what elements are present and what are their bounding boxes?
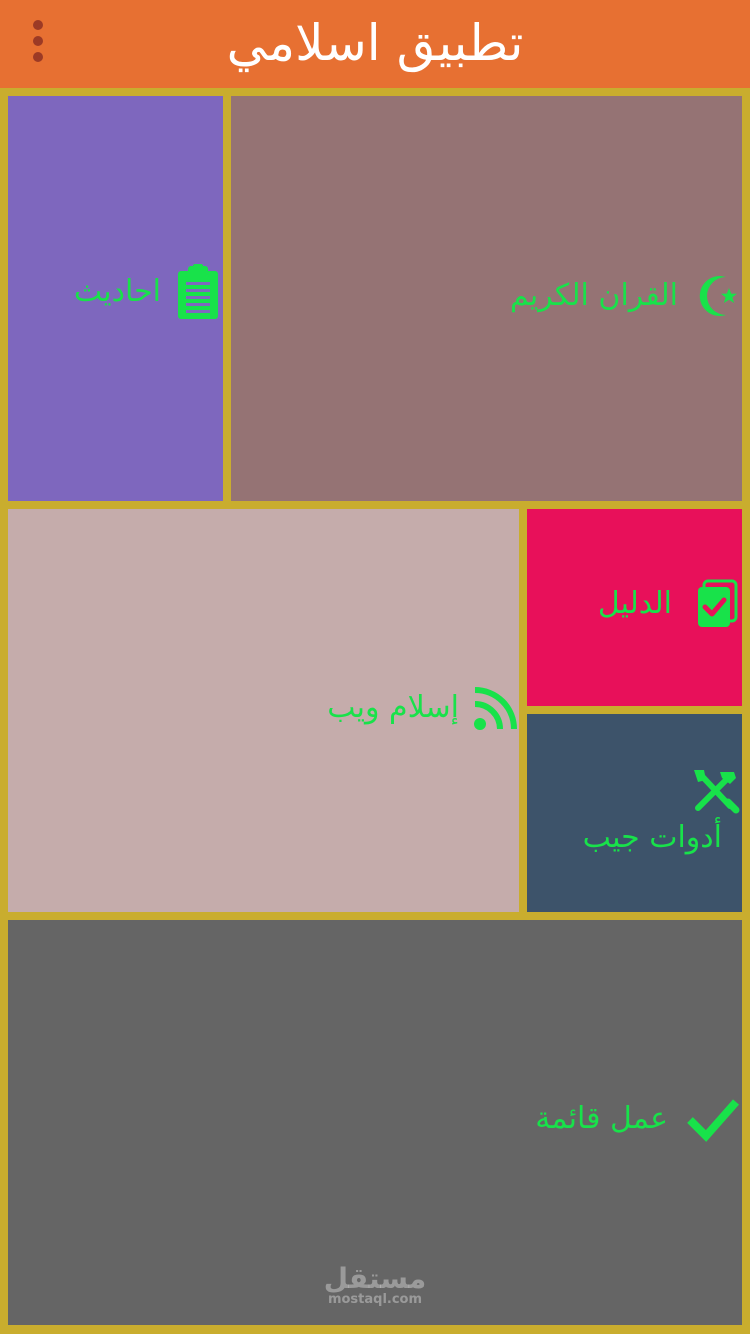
watermark-logo-arabic: مستقل — [323, 1262, 427, 1295]
tile-guide-label: الدليل — [597, 586, 672, 621]
page-title: تطبيق اسلامي — [226, 14, 524, 72]
tile-islamweb-label: إسلام ويب — [327, 690, 459, 725]
tile-todo-label: عمل قائمة — [535, 1101, 668, 1136]
tile-todo[interactable]: عمل قائمة مستقل mostaql.com — [8, 920, 742, 1325]
tile-hadith-label: احاديث — [73, 274, 161, 309]
tile-quran-label: القران الكريم — [509, 278, 678, 313]
checkmark-icon — [686, 1096, 740, 1142]
checklist-book-icon — [694, 579, 738, 629]
tile-guide[interactable]: الدليل — [527, 509, 742, 706]
tile-hadith[interactable]: احاديث — [8, 96, 223, 501]
tools-icon — [690, 768, 740, 814]
clipboard-icon — [177, 264, 219, 320]
tile-islamweb[interactable]: إسلام ويب — [8, 509, 519, 912]
rss-icon — [473, 685, 519, 731]
tile-tools-label: أدوات جيب — [582, 820, 722, 855]
tile-tools[interactable]: أدوات جيب — [527, 714, 742, 912]
watermark-logo-latin: mostaql.com — [327, 1292, 423, 1307]
tile-quran[interactable]: القران الكريم — [231, 96, 742, 501]
app-bar: تطبيق اسلامي — [0, 0, 750, 88]
crescent-star-icon — [696, 274, 740, 318]
